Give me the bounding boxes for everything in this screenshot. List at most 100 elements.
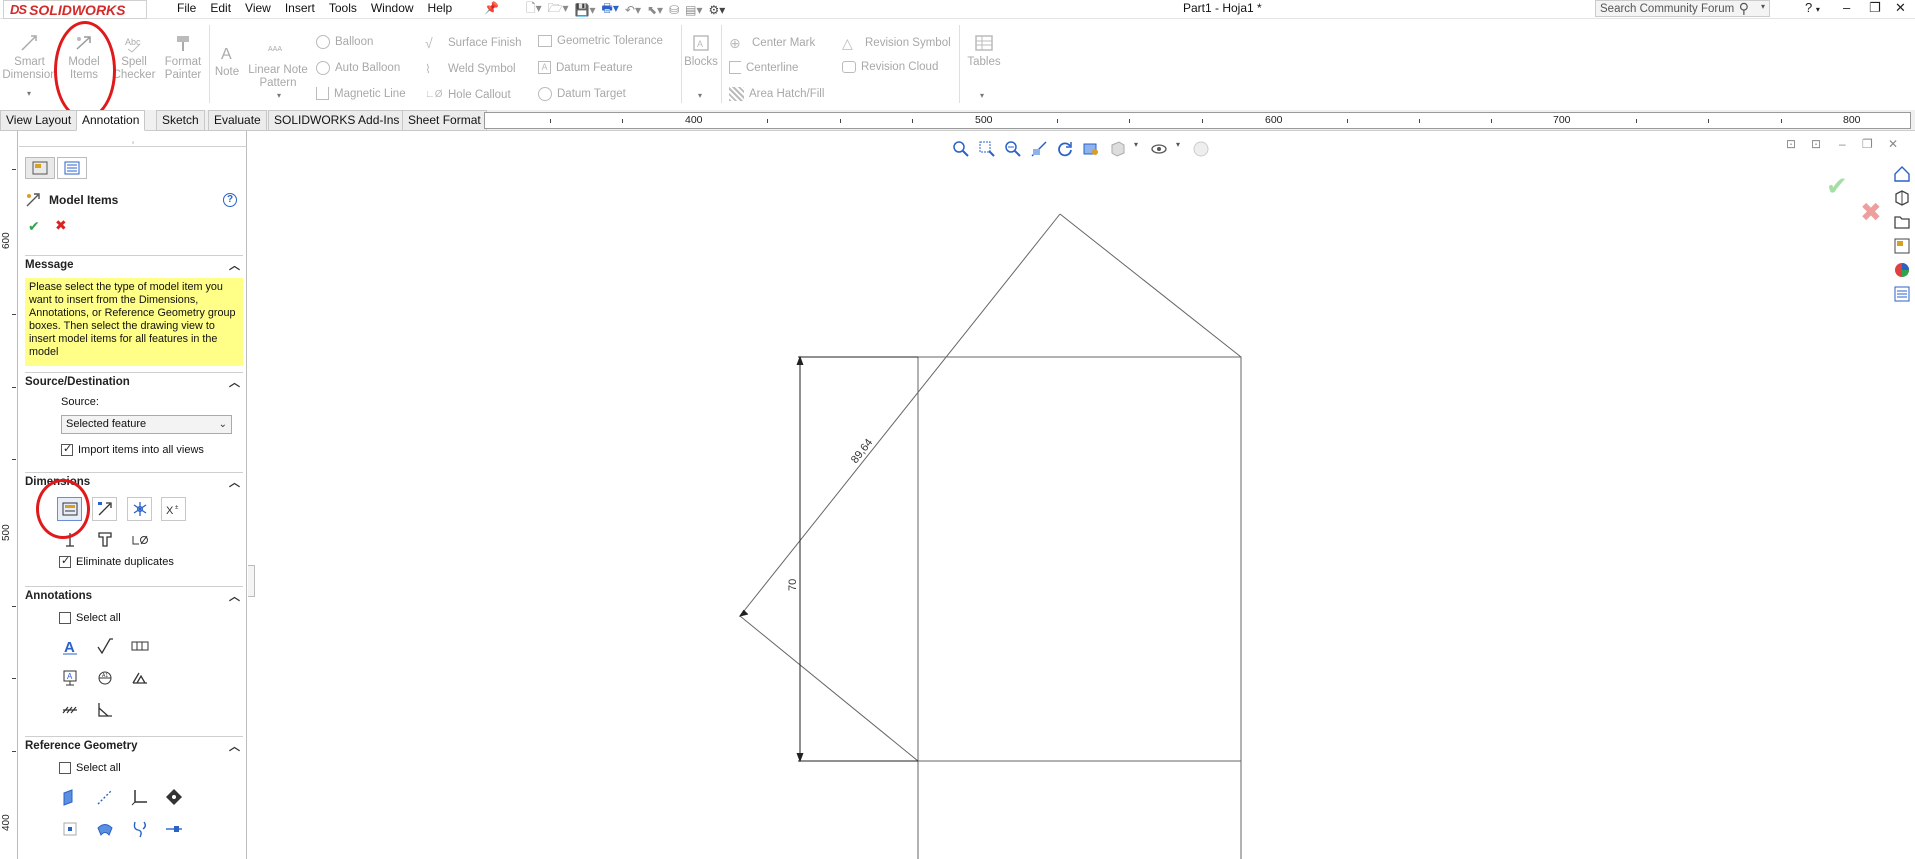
print-icon[interactable]: 🖶▾	[602, 0, 619, 20]
undo-icon[interactable]: ↶▾	[625, 3, 641, 17]
graphics-area[interactable]: ▾ ▾ ⊡ ⊡ – ❐ ✕ ✔ ✖ 70 89,64	[248, 131, 1915, 859]
menu-window[interactable]: Window	[364, 0, 421, 19]
hole-callout-button[interactable]: ∟Ø Hole Callout	[425, 87, 511, 103]
magnetic-line-button[interactable]: Magnetic Line	[316, 87, 406, 100]
file-properties-icon[interactable]: ▤▾	[685, 3, 702, 17]
weld-bead-button[interactable]	[57, 698, 82, 722]
surface-finish-button[interactable]: √ Surface Finish	[425, 35, 522, 51]
tab-view-layout[interactable]: View Layout	[0, 110, 78, 131]
hole-callout-diameter-button[interactable]	[127, 530, 152, 548]
notes-button[interactable]: A	[57, 634, 82, 658]
tolerance-dimension-button[interactable]: X ±	[161, 497, 186, 521]
panel-resize-handle[interactable]: ◦	[19, 139, 247, 147]
panel-collapse-tab[interactable]	[248, 565, 255, 597]
blocks-caret-icon[interactable]: ▾	[698, 91, 702, 100]
tables-button[interactable]: Tables	[962, 33, 1006, 69]
datum-feature-button[interactable]: A Datum Feature	[538, 61, 633, 74]
geometric-tolerance-toggle-button[interactable]	[127, 634, 152, 658]
save-icon[interactable]: 💾▾	[575, 3, 596, 17]
planes-button[interactable]	[57, 785, 82, 809]
custom-properties-tab[interactable]	[1891, 283, 1913, 305]
menu-edit[interactable]: Edit	[203, 0, 238, 19]
solidworks-logo[interactable]: DS SOLIDWORKS	[3, 0, 147, 19]
solidworks-resources-tab[interactable]	[1891, 163, 1913, 185]
datum-target-toggle-button[interactable]: A1	[92, 666, 117, 690]
menu-view[interactable]: View	[238, 0, 278, 19]
surface-finish-toggle-button[interactable]	[92, 634, 117, 658]
source-select[interactable]: Selected feature ⌄	[61, 415, 232, 434]
curves-button[interactable]	[127, 817, 152, 841]
reference-point-button[interactable]	[57, 817, 82, 841]
close-window-button[interactable]: ✕	[1895, 0, 1906, 18]
menu-help[interactable]: Help	[421, 0, 460, 19]
datum-target-button[interactable]: Datum Target	[538, 87, 626, 101]
ref-geometry-select-all-checkbox[interactable]	[59, 762, 71, 774]
reference-geometry-header[interactable]: Reference Geometry ︿	[25, 736, 243, 754]
import-all-views-checkbox[interactable]	[61, 442, 73, 456]
not-marked-for-drawing-button[interactable]	[92, 497, 117, 521]
note-button[interactable]: A Note	[210, 43, 244, 79]
menu-tools[interactable]: Tools	[322, 0, 364, 19]
tab-annotation[interactable]: Annotation	[76, 110, 146, 131]
tab-evaluate[interactable]: Evaluate	[208, 110, 267, 131]
search-input[interactable]: Search Community Forum ⚲ ▾	[1595, 0, 1770, 17]
centerline-button[interactable]: Centerline	[729, 61, 798, 74]
surfaces-button[interactable]	[92, 817, 117, 841]
revision-symbol-button[interactable]: △ Revision Symbol	[842, 35, 951, 51]
menu-file[interactable]: File	[170, 0, 203, 19]
source-destination-header[interactable]: Source/Destination ︿	[25, 372, 243, 390]
area-hatch-button[interactable]: Area Hatch/Fill	[729, 87, 824, 101]
annotations-header[interactable]: Annotations ︿	[25, 586, 243, 604]
collapse-chevron-icon[interactable]: ︿	[229, 374, 240, 390]
instance-count-button[interactable]	[127, 497, 152, 521]
design-library-tab[interactable]	[1891, 187, 1913, 209]
datum-feature-toggle-button[interactable]: A	[57, 666, 82, 690]
pin-menu-icon[interactable]: 📌	[484, 1, 499, 15]
balloon-button[interactable]: Balloon	[316, 35, 373, 49]
collapse-chevron-icon[interactable]: ︿	[229, 738, 240, 754]
restore-button[interactable]: ❐	[1869, 0, 1881, 18]
tab-sketch[interactable]: Sketch	[156, 110, 205, 131]
auto-balloon-button[interactable]: Auto Balloon	[316, 61, 400, 75]
menu-insert[interactable]: Insert	[278, 0, 322, 19]
geometric-tolerance-button[interactable]: Geometric Tolerance	[538, 35, 663, 47]
weld-table-button[interactable]	[92, 698, 117, 722]
new-document-icon[interactable]: 🗋▾	[526, 0, 542, 20]
vertical-dimension-text[interactable]: 70	[787, 579, 799, 591]
view-palette-tab[interactable]	[1891, 235, 1913, 257]
rebuild-icon[interactable]: ⛁	[669, 3, 679, 17]
collapse-chevron-icon[interactable]: ︿	[229, 257, 240, 273]
select-icon[interactable]: ⬉▾	[647, 3, 663, 17]
appearances-tab[interactable]	[1891, 259, 1913, 281]
search-dropdown-icon[interactable]: ▾	[1761, 2, 1765, 11]
linear-note-pattern-button[interactable]: AAA Linear Note Pattern	[246, 41, 310, 90]
options-gear-icon[interactable]: ⚙▾	[709, 3, 726, 17]
routing-points-button[interactable]	[161, 817, 186, 841]
tab-feature-manager[interactable]	[25, 157, 55, 179]
minimize-button[interactable]: –	[1843, 0, 1850, 18]
annotations-select-all-checkbox[interactable]	[59, 612, 71, 624]
hole-callout-dim-button[interactable]	[92, 530, 117, 548]
smart-dimension-caret-icon[interactable]: ▾	[27, 89, 31, 98]
points-button[interactable]	[161, 785, 186, 809]
note-caret-icon[interactable]: ▾	[277, 91, 281, 100]
format-painter-button[interactable]: Format Painter	[160, 33, 206, 82]
weld-symbol-toggle-button[interactable]	[127, 666, 152, 690]
weld-symbol-button[interactable]: ⌇ Weld Symbol	[425, 61, 516, 77]
origins-button[interactable]	[127, 785, 152, 809]
collapse-chevron-icon[interactable]: ︿	[229, 474, 240, 490]
spell-checker-button[interactable]: Abc Spell Checker	[112, 33, 156, 82]
cancel-button[interactable]: ✖	[55, 217, 67, 234]
blocks-button[interactable]: A Blocks	[683, 33, 719, 69]
center-mark-button[interactable]: ⊕ Center Mark	[729, 35, 815, 51]
help-dropdown-button[interactable]: ? ▾	[1805, 0, 1820, 18]
ok-button[interactable]: ✔	[28, 218, 40, 235]
tab-property-manager[interactable]	[57, 157, 87, 179]
axes-button[interactable]	[92, 785, 117, 809]
tab-sheet-format[interactable]: Sheet Format	[402, 110, 487, 131]
collapse-chevron-icon[interactable]: ︿	[229, 588, 240, 604]
open-icon[interactable]: 🗁▾	[548, 0, 569, 20]
tab-solidworks-addins[interactable]: SOLIDWORKS Add-Ins	[268, 110, 406, 131]
file-explorer-tab[interactable]	[1891, 211, 1913, 233]
help-icon[interactable]: ?	[223, 193, 237, 207]
